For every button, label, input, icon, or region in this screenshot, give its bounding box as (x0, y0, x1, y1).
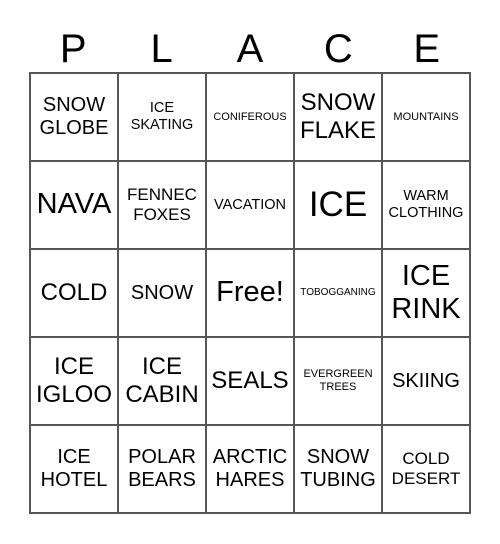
bingo-cell[interactable]: COLD (30, 249, 118, 337)
bingo-cell[interactable]: SKIING (382, 337, 470, 425)
bingo-cell[interactable]: COLD DESERT (382, 425, 470, 513)
bingo-cell[interactable]: SNOW GLOBE (30, 73, 118, 161)
bingo-cell[interactable]: NAVA (30, 161, 118, 249)
header-letter: E (413, 27, 441, 71)
bingo-cell[interactable]: ICE HOTEL (30, 425, 118, 513)
free-space[interactable]: Free! (206, 249, 294, 337)
bingo-grid: SNOW GLOBE ICE SKATING CONIFEROUS SNOW F… (29, 72, 471, 514)
bingo-cell[interactable]: ICE (294, 161, 382, 249)
bingo-cell[interactable]: ICE CABIN (118, 337, 206, 425)
bingo-cell[interactable]: FENNEC FOXES (118, 161, 206, 249)
bingo-cell[interactable]: SNOW (118, 249, 206, 337)
bingo-cell[interactable]: MOUNTAINS (382, 73, 470, 161)
bingo-cell[interactable]: SNOW FLAKE (294, 73, 382, 161)
bingo-cell[interactable]: ICE IGLOO (30, 337, 118, 425)
bingo-cell[interactable]: VACATION (206, 161, 294, 249)
header-letter: L (150, 27, 173, 71)
bingo-cell[interactable]: SEALS (206, 337, 294, 425)
bingo-cell[interactable]: SNOW TUBING (294, 425, 382, 513)
bingo-cell[interactable]: WARM CLOTHING (382, 161, 470, 249)
bingo-header: P L A C E (29, 26, 471, 72)
bingo-cell[interactable]: ARCTIC HARES (206, 425, 294, 513)
header-letter: P (59, 27, 87, 71)
bingo-cell[interactable]: ICE RINK (382, 249, 470, 337)
bingo-cell[interactable]: EVERGREEN TREES (294, 337, 382, 425)
bingo-cell[interactable]: TOBOGGANING (294, 249, 382, 337)
bingo-cell[interactable]: POLAR BEARS (118, 425, 206, 513)
header-letter: A (236, 27, 264, 71)
header-letter: C (323, 27, 353, 71)
bingo-cell[interactable]: CONIFEROUS (206, 73, 294, 161)
bingo-cell[interactable]: ICE SKATING (118, 73, 206, 161)
